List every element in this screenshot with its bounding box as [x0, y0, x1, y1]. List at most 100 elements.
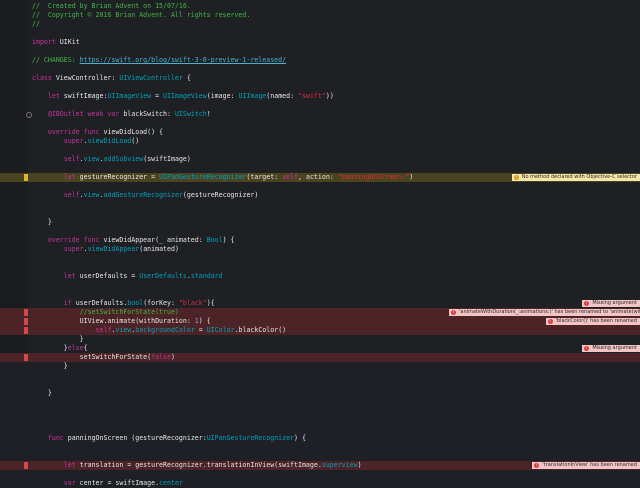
warning-annotation[interactable]: ! No method declared with Objective-C sel… — [511, 174, 640, 181]
code-line[interactable] — [0, 254, 640, 263]
code-token: } — [32, 344, 68, 352]
code-token: UIViewController — [119, 74, 183, 82]
code-line[interactable]: // — [0, 20, 640, 29]
code-editor[interactable]: // Created by Brian Advent on 15/07/16. /… — [0, 0, 640, 487]
error-annotation[interactable]: ! Missing argument — [582, 300, 640, 307]
code-line[interactable] — [0, 83, 640, 92]
code-line[interactable]: class ViewController: UIViewController { — [0, 74, 640, 83]
code-token: } — [32, 389, 52, 397]
code-line[interactable] — [0, 200, 640, 209]
error-marker-icon[interactable] — [24, 309, 28, 316]
code-line[interactable]: setSwitchForState(false) — [0, 353, 640, 362]
code-line[interactable]: self.view.backgroundColor = UIColor.blac… — [0, 326, 640, 335]
code-token: super — [63, 137, 84, 145]
code-line[interactable] — [0, 227, 640, 236]
code-line[interactable] — [0, 416, 640, 425]
code-line[interactable]: override func viewDidAppear(_ animated: … — [0, 236, 640, 245]
error-annotation[interactable]: !'animateWithDuration(_:animations:)' ha… — [449, 309, 640, 316]
code-line[interactable] — [0, 47, 640, 56]
code-token: ViewController: — [51, 74, 120, 82]
code-line[interactable]: if userDefaults.bool(forKey: "black"){ — [0, 299, 640, 308]
code-line[interactable]: // Created by Brian Advent on 15/07/16. — [0, 2, 640, 11]
code-token: self — [63, 191, 80, 199]
code-line[interactable]: func panningOnScreen (gestureRecognizer:… — [0, 434, 640, 443]
code-line[interactable] — [0, 119, 640, 128]
code-token: UIImageView — [107, 92, 152, 100]
code-token: class — [32, 74, 52, 82]
code-token: (named: — [266, 92, 299, 100]
error-annotation[interactable]: !'translationInView' has been renamed — [532, 462, 640, 469]
error-icon: ! — [451, 310, 456, 315]
error-icon: ! — [584, 301, 590, 306]
code-line[interactable]: // Copyright © 2016 Brian Advent. All ri… — [0, 11, 640, 20]
code-text: self.view.addSubview(swiftImage) — [32, 155, 191, 164]
code-line[interactable]: } — [0, 335, 640, 344]
warning-marker-icon[interactable] — [24, 174, 28, 181]
code-line[interactable]: let swiftImage:UIImageView = UIImageView… — [0, 92, 640, 101]
error-marker-icon[interactable] — [24, 327, 28, 334]
code-token: Bool — [206, 236, 223, 244]
code-token: () — [131, 137, 140, 145]
error-marker-icon[interactable] — [24, 318, 28, 325]
code-line[interactable]: import UIKit — [0, 38, 640, 47]
code-token: import — [32, 38, 56, 46]
code-token: )) — [325, 92, 334, 100]
code-line[interactable] — [0, 452, 640, 461]
error-marker-icon[interactable] — [24, 462, 28, 469]
code-line[interactable] — [0, 425, 640, 434]
code-line[interactable] — [0, 407, 640, 416]
code-token: "black" — [178, 299, 207, 307]
code-line[interactable] — [0, 371, 640, 380]
code-line[interactable] — [0, 263, 640, 272]
code-line[interactable] — [0, 470, 640, 479]
code-line[interactable]: var center = swiftImage.center — [0, 479, 640, 488]
error-annotation[interactable]: !'blackColor()' has been renamed — [545, 318, 640, 325]
code-token: else — [67, 344, 84, 352]
code-token: self — [63, 155, 80, 163]
code-line[interactable] — [0, 29, 640, 38]
code-token: func — [47, 434, 64, 442]
code-line[interactable]: self.view.addGestureRecognizer(gestureRe… — [0, 191, 640, 200]
code-token: blackSwitch: — [119, 110, 175, 118]
code-line[interactable]: @IBOutlet weak var blackSwitch: UISwitch… — [0, 110, 640, 119]
code-line[interactable] — [0, 380, 640, 389]
code-line[interactable] — [0, 281, 640, 290]
code-text: //setSwitchForState(true) — [32, 308, 179, 317]
code-token: view — [115, 326, 132, 334]
code-line[interactable]: } — [0, 389, 640, 398]
code-token: } — [32, 335, 84, 343]
code-token: = — [194, 326, 207, 334]
code-line[interactable] — [0, 290, 640, 299]
code-line[interactable]: } — [0, 362, 640, 371]
code-line[interactable]: let userDefaults = UserDefaults.standard — [0, 272, 640, 281]
code-line[interactable]: override func viewDidLoad() { — [0, 128, 640, 137]
code-token: // — [32, 20, 40, 28]
code-line[interactable] — [0, 182, 640, 191]
code-token: view — [83, 191, 100, 199]
code-line[interactable] — [0, 65, 640, 74]
code-line[interactable]: UIView.animate(withDuration: 1) { — [0, 317, 640, 326]
code-line[interactable] — [0, 164, 640, 173]
issue-message: No method declared with Objective-C sele… — [521, 174, 637, 180]
code-token: "panningOnScreen:" — [337, 173, 410, 181]
code-token: UIPanGestureRecognizer — [206, 434, 295, 442]
code-line[interactable] — [0, 209, 640, 218]
code-line[interactable]: } — [0, 218, 640, 227]
code-line[interactable] — [0, 101, 640, 110]
code-line[interactable] — [0, 398, 640, 407]
code-token: } — [32, 218, 52, 226]
error-annotation[interactable]: ! Missing argument — [582, 345, 640, 352]
code-line[interactable]: }else{ — [0, 344, 640, 353]
code-line[interactable]: // CHANGES: https://swift.org/blog/swift… — [0, 56, 640, 65]
code-line[interactable] — [0, 443, 640, 452]
code-line[interactable] — [0, 146, 640, 155]
code-line[interactable]: self.view.addSubview(swiftImage) — [0, 155, 640, 164]
code-text: override func viewDidAppear(_ animated: … — [32, 236, 235, 245]
code-line[interactable]: super.viewDidAppear(animated) — [0, 245, 640, 254]
code-line[interactable]: super.viewDidLoad() — [0, 137, 640, 146]
